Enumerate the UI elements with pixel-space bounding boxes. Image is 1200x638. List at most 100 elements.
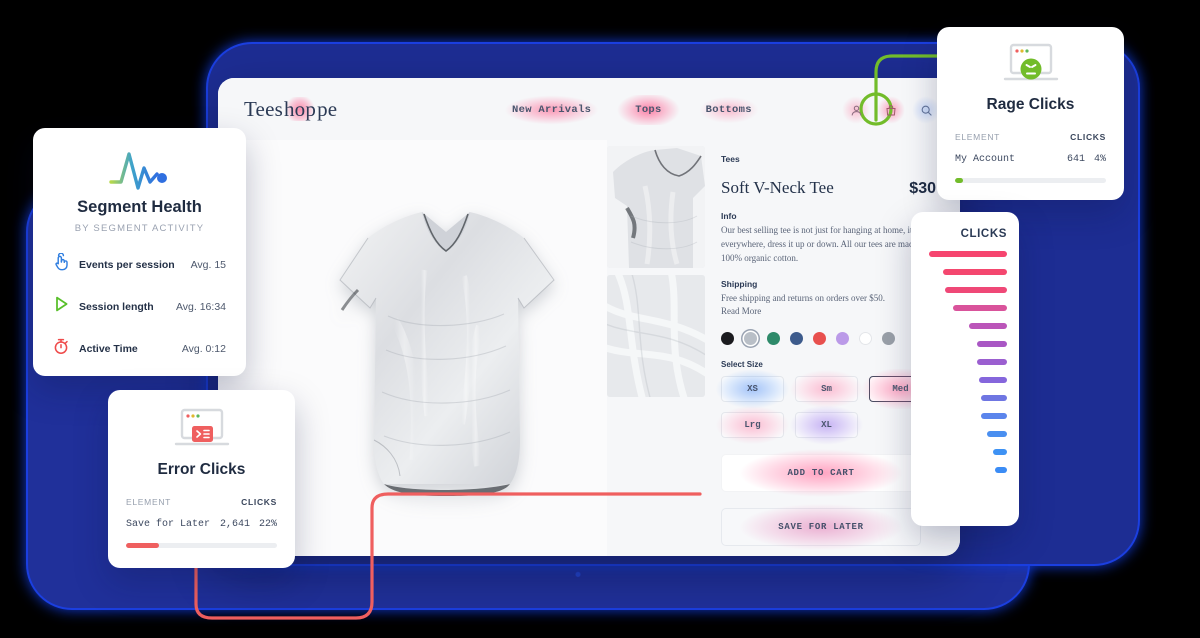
size-label: Sm — [821, 383, 832, 394]
size-option-xs[interactable]: XS — [710, 368, 795, 409]
product-thumbnail-1[interactable] — [607, 146, 705, 268]
error-clicks-progress — [126, 543, 277, 548]
size-label: XL — [821, 419, 832, 430]
color-swatch-navy[interactable] — [790, 331, 803, 345]
size-label: XS — [747, 383, 758, 394]
bag-icon[interactable] — [877, 96, 905, 124]
clicks-panel-title: CLICKS — [960, 228, 1007, 240]
play-icon — [53, 295, 69, 318]
segment-health-subtitle: BY SEGMENT ACTIVITY — [74, 223, 205, 234]
color-swatch-green[interactable] — [767, 331, 780, 345]
stopwatch-icon — [53, 337, 69, 360]
segment-row-events: Events per session Avg. 15 — [53, 252, 226, 276]
clicks-bar-10 — [981, 413, 1007, 419]
error-clicks-percent: 22% — [258, 519, 277, 530]
clicks-bar-9 — [981, 395, 1007, 401]
product-title-row: Soft V-Neck Tee $30 — [721, 178, 936, 198]
color-swatch-lilac[interactable] — [836, 331, 849, 345]
col-element: ELEMENT — [126, 497, 172, 507]
screenshot-stage: Teeshoppe New Arrivals Tops Bottoms Tees… — [0, 0, 1200, 638]
segment-row-value: Avg. 15 — [190, 258, 226, 271]
terminal-error-icon — [126, 406, 277, 454]
segment-row-value: Avg. 16:34 — [175, 300, 226, 313]
breadcrumb[interactable]: Tees — [721, 154, 936, 164]
nav-label: Bottoms — [705, 104, 752, 116]
clicks-bar-13 — [995, 467, 1007, 473]
shipping-text: Free shipping and returns on orders over… — [721, 292, 885, 303]
shipping-label: Shipping — [721, 278, 758, 289]
save-for-later-button[interactable]: SAVE FOR LATER — [712, 502, 930, 551]
segment-row-label: Events per session — [79, 258, 175, 271]
site-nav: New Arrivals Tops Bottoms — [494, 95, 770, 125]
error-clicks-row: Save for Later 2,641 22% — [126, 519, 277, 530]
error-clicks-count: 2,641 — [219, 519, 250, 530]
browser-window: Teeshoppe New Arrivals Tops Bottoms Tees… — [218, 78, 960, 556]
color-swatch-black[interactable] — [721, 331, 734, 345]
header-icon-group — [842, 96, 940, 124]
clicks-bar-8 — [979, 377, 1007, 383]
info-label: Info — [721, 211, 737, 221]
size-option-xl[interactable]: XL — [784, 404, 869, 445]
add-to-cart-button[interactable]: ADD TO CART — [712, 448, 930, 497]
site-header: Teeshoppe New Arrivals Tops Bottoms — [218, 78, 960, 140]
size-label: Lrg — [744, 419, 761, 430]
search-icon[interactable] — [912, 96, 940, 124]
col-clicks: CLICKS — [1070, 132, 1106, 142]
angry-face-icon — [955, 41, 1106, 89]
rage-clicks-title: Rage Clicks — [986, 96, 1075, 113]
segment-health-card: Segment Health BY SEGMENT ACTIVITY Event… — [33, 128, 249, 379]
progress-fill — [126, 543, 160, 548]
save-for-later-label: SAVE FOR LATER — [778, 521, 864, 532]
nav-label: Tops — [635, 104, 662, 116]
rage-clicks-card: Rage Clicks ELEMENT CLICKS My Account 64… — [937, 27, 1127, 203]
error-clicks-card: Error Clicks ELEMENT CLICKS Save for Lat… — [108, 390, 298, 571]
rage-clicks-progress — [955, 178, 1106, 183]
logo-part-2-heat: hop — [282, 97, 318, 121]
color-swatch-grey[interactable] — [882, 331, 895, 345]
segment-row-label: Active Time — [79, 342, 138, 355]
clicks-bar-12 — [993, 449, 1007, 455]
clicks-bar-3 — [945, 287, 1007, 293]
nav-item-bottoms[interactable]: Bottoms — [687, 95, 770, 125]
product-price: $30 — [909, 180, 936, 197]
nav-label: New Arrivals — [512, 104, 592, 116]
size-label: Med — [892, 383, 909, 394]
product-thumbnail-2[interactable] — [607, 275, 705, 397]
rage-clicks-percent: 4% — [1093, 154, 1106, 165]
product-title: Soft V-Neck Tee — [721, 178, 834, 197]
clicks-bar-5 — [969, 323, 1007, 329]
tap-click-icon — [53, 252, 69, 276]
nav-item-tops[interactable]: Tops — [617, 95, 680, 125]
clicks-bar-2 — [943, 269, 1007, 275]
clicks-legend-panel: CLICKS — [908, 209, 1022, 529]
error-clicks-title: Error Clicks — [157, 461, 246, 478]
rage-clicks-count: 641 — [1066, 154, 1085, 165]
segment-row-active-time: Active Time Avg. 0:12 — [53, 337, 226, 360]
color-swatch-red[interactable] — [813, 331, 826, 345]
size-option-sm[interactable]: Sm — [784, 368, 869, 409]
col-element: ELEMENT — [955, 132, 1001, 142]
nav-item-new-arrivals[interactable]: New Arrivals — [494, 95, 610, 125]
rage-element: My Account — [955, 154, 1016, 165]
account-icon[interactable] — [842, 96, 870, 124]
clicks-bar-list — [923, 251, 1007, 473]
read-more-link[interactable]: Read More — [721, 306, 936, 316]
col-clicks: CLICKS — [241, 497, 277, 507]
segment-row-value: Avg. 0:12 — [181, 342, 226, 355]
add-to-cart-label: ADD TO CART — [787, 467, 855, 478]
logo-part-1: Tees — [244, 97, 283, 121]
segment-row-label: Session length — [79, 300, 154, 313]
progress-fill — [955, 178, 963, 183]
color-swatches — [721, 331, 936, 345]
error-element: Save for Later — [126, 519, 211, 530]
rage-clicks-row: My Account 641 4% — [955, 154, 1106, 165]
size-selector-label: Select Size — [721, 359, 763, 369]
logo-part-3: pe — [317, 97, 338, 121]
size-option-lrg[interactable]: Lrg — [710, 404, 795, 445]
clicks-bar-1 — [929, 251, 1007, 257]
size-selector: XS Sm Med Lrg XL — [710, 368, 943, 445]
color-swatch-white[interactable] — [859, 331, 872, 345]
color-swatch-silver[interactable] — [744, 331, 757, 345]
site-logo[interactable]: Teeshoppe — [244, 97, 337, 122]
error-clicks-table-header: ELEMENT CLICKS — [126, 497, 277, 507]
